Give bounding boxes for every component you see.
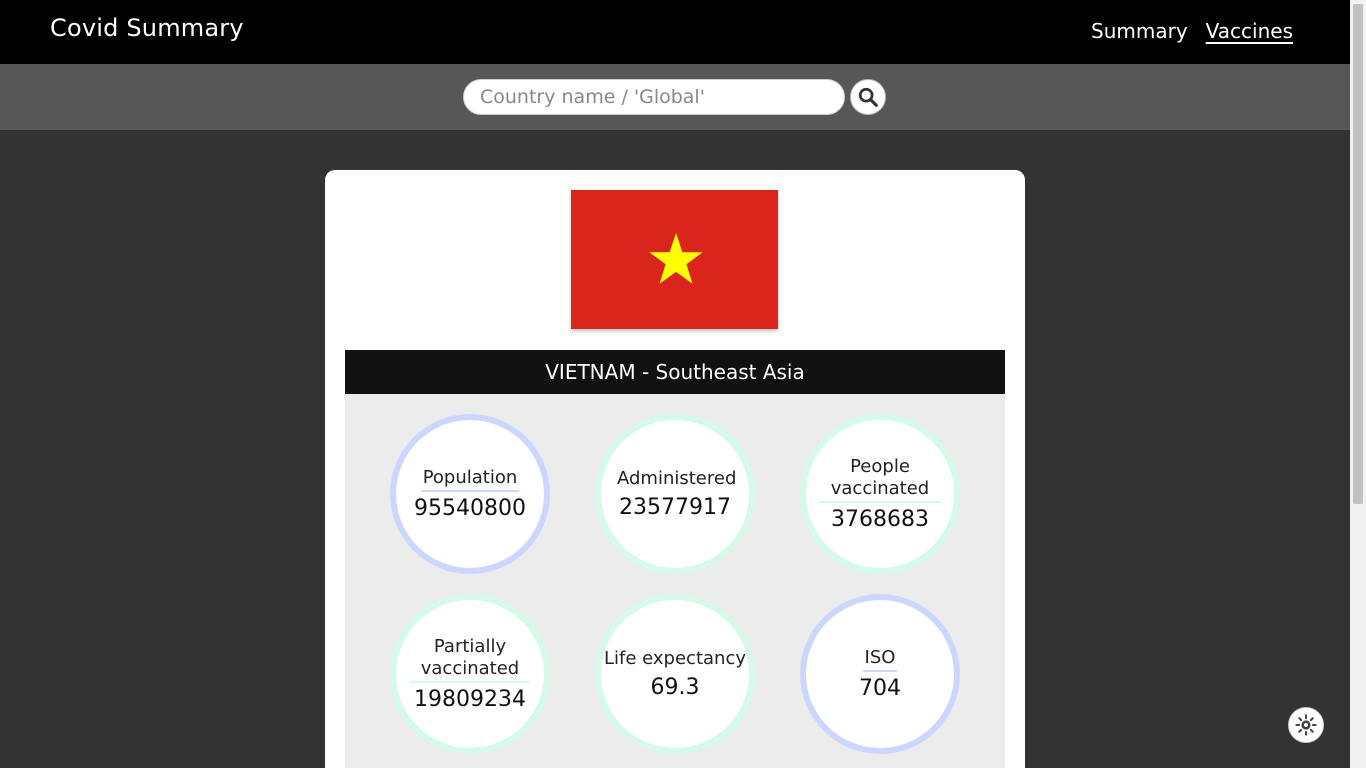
stat-label: People vaccinated xyxy=(820,456,940,503)
stat-partially-vaccinated: Partially vaccinated 19809234 xyxy=(390,594,550,754)
stat-iso: ISO 704 xyxy=(800,594,960,754)
page-scrollbar[interactable] xyxy=(1350,0,1366,768)
stat-label: Administered xyxy=(617,468,737,489)
search-icon xyxy=(858,87,878,107)
top-navbar: Covid Summary Summary Vaccines xyxy=(0,0,1350,64)
stat-life-expectancy: Life expectancy 69.3 xyxy=(595,594,755,754)
stat-people-vaccinated: People vaccinated 3768683 xyxy=(800,414,960,574)
scrollbar-thumb[interactable] xyxy=(1353,4,1363,504)
stat-value: 69.3 xyxy=(650,675,700,700)
stat-administered: Administered 23577917 xyxy=(595,414,755,574)
stats-grid: Population 95540800 Administered 2357791… xyxy=(345,394,1005,768)
search-button[interactable] xyxy=(850,79,886,115)
flag-star-icon xyxy=(649,233,703,284)
nav-vaccines-link[interactable]: Vaccines xyxy=(1206,18,1293,44)
sun-icon xyxy=(1295,714,1317,736)
nav-summary-link[interactable]: Summary xyxy=(1091,18,1188,44)
app-title[interactable]: Covid Summary xyxy=(50,14,244,42)
search-bar xyxy=(0,64,1350,130)
stat-label: Partially vaccinated xyxy=(410,636,530,683)
country-search-input[interactable] xyxy=(463,79,845,115)
stat-value: 95540800 xyxy=(414,496,526,521)
stat-value: 704 xyxy=(859,676,901,701)
stat-label: Population xyxy=(420,467,520,492)
stat-population: Population 95540800 xyxy=(390,414,550,574)
country-heading: VIETNAM - Southeast Asia xyxy=(345,350,1005,394)
country-card: VIETNAM - Southeast Asia Population 9554… xyxy=(325,170,1025,768)
country-flag xyxy=(571,190,778,329)
stat-value: 19809234 xyxy=(414,687,526,712)
stat-value: 3768683 xyxy=(831,507,929,532)
main-nav: Summary Vaccines xyxy=(1091,18,1293,44)
stat-label: ISO xyxy=(862,647,898,672)
theme-toggle-button[interactable] xyxy=(1288,707,1324,743)
stat-value: 23577917 xyxy=(619,495,731,520)
stat-label: Life expectancy xyxy=(603,648,746,669)
